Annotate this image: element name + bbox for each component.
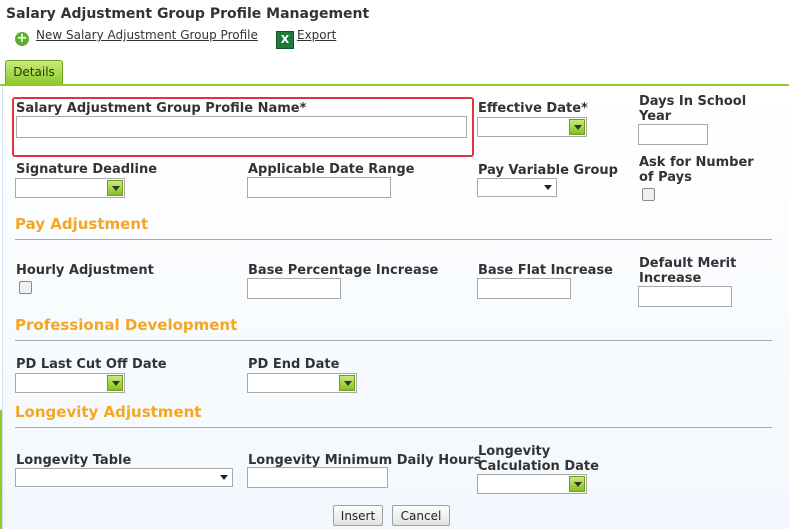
excel-icon[interactable]: X	[276, 31, 294, 49]
signature-deadline-label: Signature Deadline	[16, 162, 158, 177]
days-in-school-year-label: Days In School Year	[639, 94, 747, 124]
page-title: Salary Adjustment Group Profile Manageme…	[6, 6, 370, 22]
longevity-calculation-date-label: Longevity Calculation Date	[478, 444, 599, 474]
pay-variable-group-label: Pay Variable Group	[478, 163, 618, 178]
pd-last-cut-off-date-label: PD Last Cut Off Date	[16, 357, 167, 372]
longevity-table-select[interactable]	[15, 468, 233, 487]
base-percentage-increase-label: Base Percentage Increase	[248, 263, 439, 278]
pay-adjustment-heading: Pay Adjustment	[15, 215, 149, 233]
applicable-date-range-label: Applicable Date Range	[248, 162, 415, 177]
effective-date-picker[interactable]	[477, 117, 587, 137]
hourly-adjustment-label: Hourly Adjustment	[16, 263, 154, 278]
pd-last-cut-off-date-picker[interactable]	[15, 373, 125, 393]
longevity-adjustment-heading: Longevity Adjustment	[15, 403, 202, 421]
longevity-table-label: Longevity Table	[16, 453, 132, 468]
divider	[15, 340, 772, 341]
ask-number-of-pays-label: Ask for Number of Pays	[639, 155, 754, 185]
divider	[15, 239, 772, 240]
chevron-down-icon	[220, 475, 228, 480]
add-icon[interactable]: +	[15, 32, 29, 46]
insert-button[interactable]: Insert	[333, 505, 383, 526]
longevity-min-daily-hours-input[interactable]	[247, 467, 388, 488]
cancel-button[interactable]: Cancel	[392, 505, 450, 526]
applicable-date-range-input[interactable]	[247, 177, 391, 198]
base-flat-increase-input[interactable]	[477, 278, 571, 299]
calendar-dropdown-icon[interactable]	[339, 375, 355, 391]
calendar-dropdown-icon[interactable]	[569, 119, 585, 135]
base-percentage-increase-input[interactable]	[247, 278, 341, 299]
tab-details[interactable]: Details	[5, 60, 63, 84]
profile-name-label: Salary Adjustment Group Profile Name*	[16, 101, 307, 116]
chevron-down-icon	[544, 185, 552, 190]
default-merit-increase-label: Default Merit Increase	[639, 256, 737, 286]
export-link[interactable]: Export	[297, 28, 336, 42]
new-profile-link[interactable]: New Salary Adjustment Group Profile	[36, 28, 258, 42]
pd-end-date-label: PD End Date	[248, 357, 340, 372]
days-in-school-year-input[interactable]	[638, 124, 708, 145]
pd-end-date-picker[interactable]	[247, 373, 357, 393]
hourly-adjustment-checkbox[interactable]	[19, 281, 32, 294]
ask-number-of-pays-checkbox[interactable]	[642, 188, 655, 201]
signature-deadline-picker[interactable]	[15, 178, 125, 198]
effective-date-label: Effective Date*	[478, 101, 588, 116]
professional-development-heading: Professional Development	[15, 316, 238, 334]
panel-left-border	[0, 410, 2, 529]
longevity-calculation-date-picker[interactable]	[477, 474, 587, 494]
divider	[15, 427, 772, 428]
calendar-dropdown-icon[interactable]	[107, 375, 123, 391]
longevity-min-daily-hours-label: Longevity Minimum Daily Hours	[248, 453, 482, 468]
calendar-dropdown-icon[interactable]	[107, 180, 123, 196]
base-flat-increase-label: Base Flat Increase	[478, 263, 613, 278]
profile-name-input[interactable]	[16, 116, 467, 138]
calendar-dropdown-icon[interactable]	[569, 476, 585, 492]
default-merit-increase-input[interactable]	[638, 286, 732, 307]
pay-variable-group-select[interactable]	[477, 178, 557, 197]
